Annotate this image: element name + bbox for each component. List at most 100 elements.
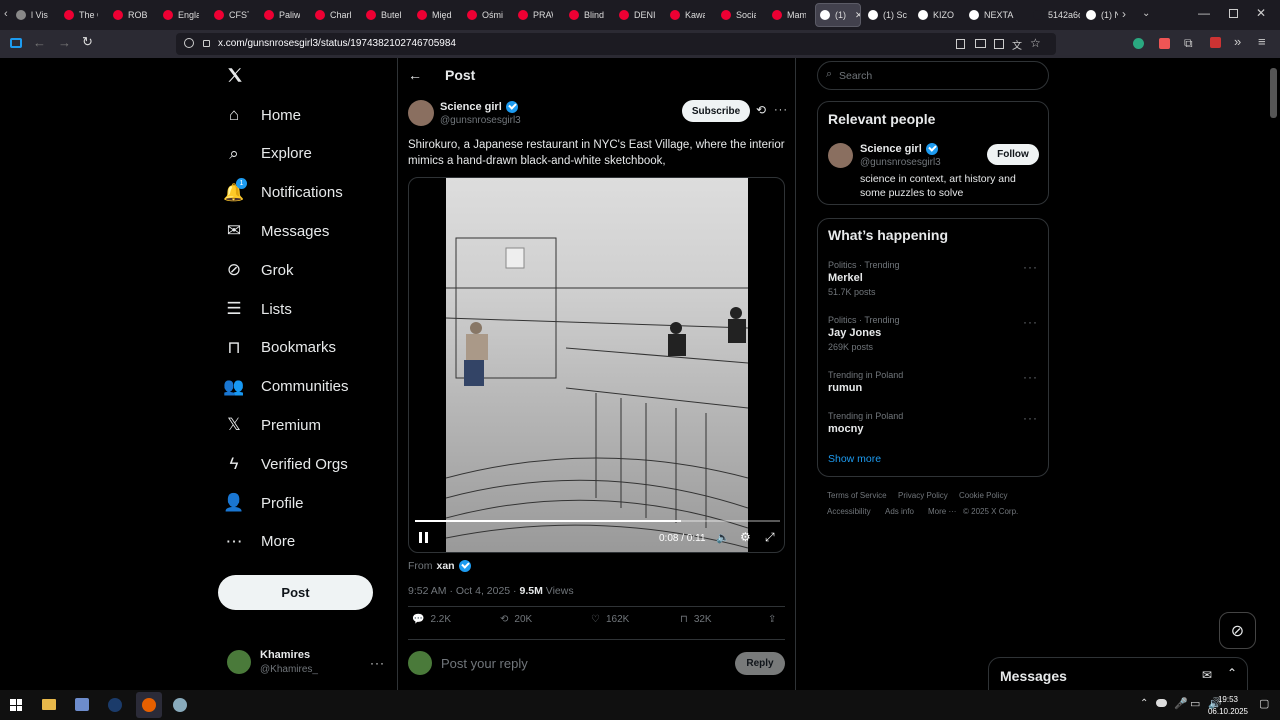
follow-button[interactable]: Follow [987, 144, 1039, 165]
browser-tab[interactable]: (1) Sc [864, 3, 910, 27]
app-icon[interactable] [75, 698, 89, 711]
sidebar-item-more[interactable]: ⋯ More [222, 524, 296, 560]
tray-chevron-icon[interactable]: ⌃ [1140, 698, 1148, 709]
volume-icon[interactable]: 🔈 [716, 531, 730, 544]
close-tab-icon[interactable]: ✕ [855, 10, 860, 21]
trend-more-icon[interactable]: ··· [1023, 260, 1038, 274]
person-name-row[interactable]: Science girl [860, 143, 938, 155]
author-handle[interactable]: @gunsnrosesgirl3 [440, 115, 521, 126]
reader-view-icon[interactable] [956, 39, 965, 49]
grok-float-icon[interactable]: ⊘ [1219, 612, 1256, 649]
sidebar-toggle-icon[interactable] [10, 38, 22, 48]
browser-tab[interactable]: PRAW [514, 3, 553, 27]
browser-tab[interactable]: KIZO [914, 3, 961, 27]
browser-tab[interactable]: NEXTA [965, 3, 1026, 27]
browser-tab[interactable]: Charli [311, 3, 351, 27]
footer-link[interactable]: © 2025 X Corp. [963, 507, 1018, 516]
browser-tab[interactable]: l Visit [12, 3, 48, 27]
fullscreen-icon[interactable]: ⤢ [765, 530, 775, 545]
browser-tab[interactable]: Butell [362, 3, 402, 27]
messages-drawer[interactable]: Messages ✉ ⌃ [988, 657, 1248, 690]
steam-icon[interactable] [108, 698, 122, 712]
overflow-menu-icon[interactable]: » [1234, 34, 1241, 49]
onedrive-icon[interactable] [1156, 699, 1167, 707]
settings-gear-icon[interactable]: ⚙ [740, 530, 751, 544]
sidebar-item-lists[interactable]: ☰ Lists [222, 291, 291, 327]
trend-more-icon[interactable]: ··· [1023, 370, 1038, 384]
video-frame[interactable] [446, 178, 748, 552]
author-name-row[interactable]: Science girl [440, 101, 518, 113]
footer-link[interactable]: Terms of Service [827, 491, 887, 500]
close-window-icon[interactable]: ✕ [1256, 6, 1266, 20]
post-more-icon[interactable]: ··· [774, 104, 788, 116]
post-button[interactable]: Post [218, 575, 373, 610]
browser-tab[interactable]: Social [717, 3, 756, 27]
browser-tab[interactable]: ROBI [109, 3, 148, 27]
browser-tab[interactable]: DENIS [615, 3, 655, 27]
new-message-icon[interactable]: ✉ [1202, 668, 1212, 682]
browser-tab[interactable]: (1) N [1082, 3, 1118, 27]
sidebar-item-bookmarks[interactable]: ⊓ Bookmarks [222, 330, 336, 366]
video-progress-track[interactable] [415, 520, 780, 522]
screenshot-icon[interactable] [994, 39, 1004, 49]
search-input[interactable]: Search [839, 70, 872, 82]
grok-explain-icon[interactable]: ⟲ [756, 103, 766, 117]
extension-icon[interactable] [1159, 38, 1170, 49]
trend-item[interactable]: Trending in Poland mocny ··· [828, 411, 1038, 435]
like-action[interactable]: ♡ 162K [591, 614, 629, 625]
reply-button[interactable]: Reply [735, 652, 785, 675]
browser-tab[interactable]: Blind [565, 3, 604, 27]
address-bar[interactable]: x.com/gunsnrosesgirl3/status/19743821027… [176, 33, 1056, 55]
page-scrollbar[interactable] [1270, 68, 1277, 118]
search-box[interactable]: ⌕ Search [817, 61, 1049, 90]
avatar[interactable] [227, 650, 251, 674]
forward-icon[interactable]: → [58, 35, 71, 50]
pause-icon[interactable] [419, 532, 428, 543]
network-icon[interactable]: ▭ [1190, 697, 1200, 710]
windows-start-icon[interactable] [10, 699, 22, 711]
person-avatar[interactable] [828, 143, 853, 168]
extension-icon[interactable] [1210, 37, 1221, 48]
x-logo-icon[interactable] [226, 66, 244, 84]
volume-tray-icon[interactable]: 🎤 [1174, 697, 1188, 710]
sidebar-item-verified-orgs[interactable]: ϟ Verified Orgs [222, 446, 348, 482]
share-icon[interactable]: ⇪ [768, 614, 776, 625]
tab-scroll-left-icon[interactable]: ‹ [4, 8, 8, 20]
picture-in-picture-icon[interactable] [975, 39, 986, 48]
footer-link[interactable]: Cookie Policy [959, 491, 1007, 500]
sidebar-item-grok[interactable]: ⊘ Grok [222, 252, 294, 288]
hamburger-menu-icon[interactable]: ≡ [1258, 34, 1266, 49]
sidebar-item-premium[interactable]: 𝕏 Premium [222, 407, 321, 443]
sidebar-item-home[interactable]: ⌂ Home [222, 97, 301, 133]
browser-tab[interactable]: (1) ✕ [815, 3, 861, 27]
subscribe-button[interactable]: Subscribe [682, 100, 750, 122]
sidebar-item-explore[interactable]: ⌕ Explore [222, 136, 312, 172]
extension-icon[interactable] [1133, 38, 1144, 49]
reload-icon[interactable]: ↻ [82, 34, 93, 50]
url-text[interactable]: x.com/gunsnrosesgirl3/status/19743821027… [218, 38, 456, 49]
browser-tab[interactable]: 5142a6d5 [1029, 3, 1080, 27]
translate-icon[interactable]: 文 [1012, 37, 1022, 52]
reply-action[interactable]: 💬 2.2K [412, 614, 451, 625]
clock-date[interactable]: 06.10.2025 [1204, 707, 1252, 716]
browser-tab[interactable]: The G [60, 3, 98, 27]
trend-item[interactable]: Politics · Trending Merkel 51.7K posts ··· [828, 260, 1038, 297]
back-icon[interactable]: ← [33, 35, 46, 50]
footer-link[interactable]: Accessibility [827, 507, 871, 516]
shield-icon[interactable] [184, 38, 194, 48]
extensions-icon[interactable]: ⧉ [1184, 36, 1193, 51]
browser-tab[interactable]: Engla [159, 3, 199, 27]
tab-scroll-right-icon[interactable]: › [1122, 7, 1126, 21]
expand-icon[interactable]: ⌃ [1227, 666, 1237, 680]
post-timestamp[interactable]: 9:52 AM · Oct 4, 2025 · [408, 585, 517, 597]
browser-tab[interactable]: Kawal [666, 3, 705, 27]
minimize-icon[interactable]: — [1198, 6, 1210, 20]
bookmark-star-icon[interactable]: ☆ [1030, 36, 1041, 50]
video-player[interactable]: 0:08 / 0:11 🔈 ⚙ ⤢ [408, 177, 785, 553]
sidebar-item-profile[interactable]: 👤 Profile [222, 485, 303, 521]
browser-tab[interactable]: Mamr [768, 3, 806, 27]
browser-tab[interactable]: Paliw [260, 3, 300, 27]
from-name[interactable]: xan [437, 560, 455, 572]
notification-center-icon[interactable]: ▢ [1259, 697, 1269, 710]
tab-list-icon[interactable]: ⌄ [1142, 8, 1150, 19]
